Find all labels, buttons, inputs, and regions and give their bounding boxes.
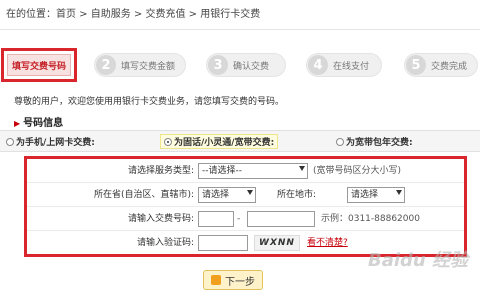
step-1-label: 填写交费号码: [7, 54, 71, 76]
breadcrumb: 在的位置：首页 > 自助服务 > 交费充值 > 用银行卡交费: [0, 0, 480, 30]
captcha-label: 请输入验证码:: [136, 238, 194, 248]
number-info-form: 请选择服务类型: --请选择-- (宽带号码区分大小写) 所在省(自治区、直辖市…: [24, 156, 467, 257]
step-3: 3 确认交费: [206, 53, 286, 77]
radio-mobile[interactable]: 为手机/上网卡交费:: [6, 135, 95, 148]
radio-mobile-label: 为手机/上网卡交费:: [16, 138, 95, 148]
step-3-label: 确认交费: [233, 61, 270, 72]
chevron-down-icon: [396, 190, 402, 195]
phone-label: 请输入交费号码:: [127, 214, 194, 224]
radio-button-selected[interactable]: [164, 137, 172, 146]
radio-button[interactable]: [336, 137, 344, 146]
captcha-input[interactable]: [198, 235, 248, 251]
phone-example: 示例：0311-88862000: [321, 214, 420, 224]
service-type-hint: (宽带号码区分大小写): [313, 166, 402, 176]
phone-number-input[interactable]: [247, 211, 315, 227]
payment-type-radios: 为手机/上网卡交费: 为固话/小灵通/宽带交费: 为宽带包年交费:: [0, 130, 480, 152]
province-value: 请选择: [202, 190, 230, 200]
step-1-active: 填写交费号码: [1, 48, 77, 82]
radio-button[interactable]: [6, 137, 14, 146]
city-value: 请选择: [351, 190, 379, 200]
province-select[interactable]: 请选择: [198, 187, 256, 203]
step-4-number: 4: [308, 55, 328, 75]
section-title-text: 号码信息: [23, 118, 64, 129]
page: 在的位置：首页 > 自助服务 > 交费充值 > 用银行卡交费 填写交费号码 2 …: [0, 0, 480, 300]
step-5-label: 交费完成: [431, 61, 468, 72]
next-step-label: 下一步: [225, 276, 255, 288]
chevron-down-icon: [247, 190, 253, 195]
step-5: 5 交费完成: [404, 53, 478, 77]
chevron-down-icon: [299, 166, 305, 171]
city-label: 所在地市:: [277, 190, 317, 200]
step-3-number: 3: [208, 55, 228, 75]
notice-text: 尊敬的用户，欢迎您使用用银行卡交费业务，请您填写交费的号码。: [14, 97, 285, 107]
next-step-button[interactable]: 下一步: [203, 270, 263, 290]
service-type-select[interactable]: --请选择--: [198, 163, 308, 179]
service-type-value: --请选择--: [202, 166, 242, 176]
row-service-type: 请选择服务类型: --请选择-- (宽带号码区分大小写): [27, 159, 464, 183]
area-code-input[interactable]: [198, 211, 234, 227]
step-4: 4 在线支付: [306, 53, 382, 77]
step-4-label: 在线支付: [333, 61, 370, 72]
captcha-image: WXNN: [254, 235, 300, 251]
refresh-captcha-link[interactable]: 看不清楚?: [307, 231, 348, 255]
section-title: ▶ 号码信息: [14, 114, 63, 129]
step-2-number: 2: [96, 55, 116, 75]
step-5-number: 5: [406, 55, 426, 75]
arrow-right-icon: [211, 275, 221, 285]
baidu-watermark: Baidu 经验: [368, 250, 469, 271]
service-type-label: 请选择服务类型:: [127, 166, 194, 176]
progress-steps: 填写交费号码 2 填写交费金额 3 确认交费 4 在线支付 5 交费完成: [0, 48, 480, 82]
step-2: 2 填写交费金额: [94, 53, 186, 77]
radio-broadband-yearly[interactable]: 为宽带包年交费:: [336, 135, 413, 148]
step-2-label: 填写交费金额: [121, 61, 176, 72]
province-label: 所在省(自治区、直辖市):: [93, 190, 194, 200]
radio-landline[interactable]: 为固话/小灵通/宽带交费:: [160, 134, 279, 149]
radio-landline-label: 为固话/小灵通/宽带交费:: [174, 138, 275, 148]
phone-separator: -: [237, 214, 241, 224]
row-phone: 请输入交费号码: - 示例：0311-88862000: [27, 207, 464, 231]
radio-broadband-label: 为宽带包年交费:: [346, 138, 413, 148]
city-select[interactable]: 请选择: [347, 187, 405, 203]
row-region: 所在省(自治区、直辖市): 请选择 所在地市: 请选择: [27, 183, 464, 207]
arrow-icon: ▶: [14, 119, 21, 128]
